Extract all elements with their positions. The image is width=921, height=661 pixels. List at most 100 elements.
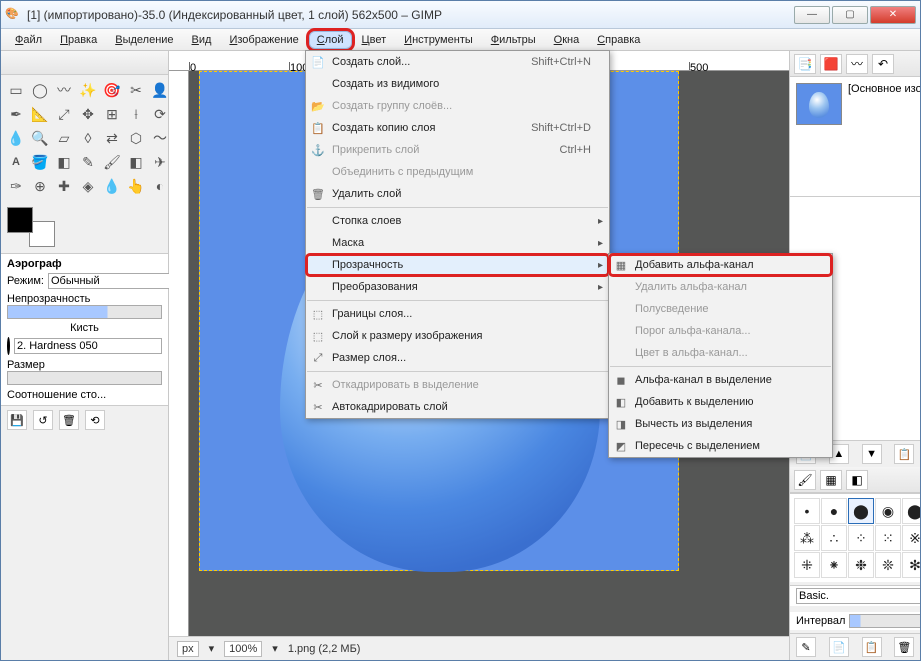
smudge-tool[interactable]: 👆 [125,175,147,197]
dodge-tool[interactable]: ◐ [149,175,171,197]
blur-tool[interactable]: 💧 [101,175,123,197]
brush-preset[interactable]: ● [821,498,847,524]
lasso-tool[interactable]: 〰 [53,79,75,101]
menu-item[interactable]: ◼Альфа-канал в выделение [609,369,832,391]
layer-name[interactable]: [Основное изображение] [848,83,920,95]
edit-brush-icon[interactable]: ✎ [796,637,816,657]
menu-item[interactable]: Стопка слоев [306,210,609,232]
menu-item[interactable]: Маска [306,232,609,254]
new-brush-icon[interactable]: 📄 [829,637,849,657]
menu-item[interactable]: 📄Создать слой...Shift+Ctrl+N [306,51,609,73]
scissors-tool[interactable]: ✂ [125,79,147,101]
menu-item[interactable]: 🗑Удалить слой [306,183,609,205]
color-swatches[interactable] [7,207,55,247]
paths-tab-icon[interactable]: 〰 [846,54,868,74]
gradient-tool[interactable]: ◧ [53,151,75,173]
crop-tool[interactable]: ⟊ [125,103,147,125]
interval-slider[interactable] [849,614,920,628]
brush-preset[interactable]: ⬤ [848,498,874,524]
picker-tool[interactable]: 💧 [5,127,27,149]
brush-tool[interactable]: 🖌 [101,151,123,173]
menu-item[interactable]: Создать из видимого [306,73,609,95]
layers-tab-icon[interactable]: 📑 [794,54,816,74]
size-slider[interactable] [7,371,162,385]
brush-preset[interactable]: ❉ [848,552,874,578]
scale-tool[interactable]: ⤢ [53,103,75,125]
ellipse-select-tool[interactable]: ◯ [29,79,51,101]
fill-tool[interactable]: 🪣 [29,151,51,173]
menu-item[interactable]: Прозрачность [306,254,609,276]
menu-справка[interactable]: Справка [589,31,648,49]
menu-item[interactable]: ⬚Границы слоя... [306,303,609,325]
menu-слой[interactable]: Слой [309,31,352,49]
warp-tool[interactable]: 〜 [149,127,171,149]
save-preset-icon[interactable]: 💾 [7,410,27,430]
eraser-tool[interactable]: ◧ [125,151,147,173]
menu-изображение[interactable]: Изображение [221,31,306,49]
menu-окна[interactable]: Окна [546,31,588,49]
menu-правка[interactable]: Правка [52,31,105,49]
perspective-tool[interactable]: ◊ [77,127,99,149]
airbrush-tool[interactable]: ✈ [149,151,171,173]
shear-tool[interactable]: ▱ [53,127,75,149]
select-color-tool[interactable]: 🎯 [101,79,123,101]
brush-preset[interactable]: ⁙ [875,525,901,551]
move-tool[interactable]: ✥ [77,103,99,125]
pencil-tool[interactable]: ✎ [77,151,99,173]
zoom-field[interactable]: 100% [224,641,262,657]
reset-preset-icon[interactable]: ⟲ [85,410,105,430]
brush-preset[interactable]: ❊ [875,552,901,578]
menu-item[interactable]: ◧Добавить к выделению [609,391,832,413]
menu-item[interactable]: 📋Создать копию слояShift+Ctrl+D [306,117,609,139]
delete-preset-icon[interactable]: 🗑 [59,410,79,430]
fg-color[interactable] [7,207,33,233]
menu-item[interactable]: Преобразования [306,276,609,298]
zoom-tool[interactable]: 🔍 [29,127,51,149]
maximize-button[interactable]: ▢ [832,6,868,24]
dup-brush-icon[interactable]: 📋 [862,637,882,657]
menu-item[interactable]: ⤢Размер слоя... [306,347,609,369]
menu-item[interactable]: ▦Добавить альфа-канал [609,254,832,276]
menu-фильтры[interactable]: Фильтры [483,31,544,49]
brush-preset[interactable]: ⁘ [848,525,874,551]
path-tool[interactable]: ✒ [5,103,27,125]
dup-layer-icon[interactable]: 📋 [894,444,914,464]
restore-preset-icon[interactable]: ↺ [33,410,53,430]
text-tool[interactable]: A [5,151,27,173]
menu-item[interactable]: ◩Пересечь с выделением [609,435,832,457]
gradients-tab-icon[interactable]: ◧ [846,470,868,490]
brush-preset[interactable]: ⁜ [794,552,820,578]
brush-preset[interactable]: ⁕ [821,552,847,578]
minimize-button[interactable]: — [794,6,830,24]
brushes-tab-icon[interactable]: 🖌 [794,470,816,490]
menu-item[interactable]: ⬚Слой к размеру изображения [306,325,609,347]
brush-preset[interactable]: ∴ [821,525,847,551]
layer-thumbnail[interactable] [796,83,842,125]
fg-select-tool[interactable]: 👤 [149,79,171,101]
flip-tool[interactable]: ⇄ [101,127,123,149]
brush-preset[interactable]: ⬤ [902,498,920,524]
lower-layer-icon[interactable]: ▼ [862,444,882,464]
rect-select-tool[interactable]: ▭ [5,79,27,101]
brush-preset[interactable]: ※ [902,525,920,551]
menu-цвет[interactable]: Цвет [354,31,395,49]
brush-preset-name[interactable] [796,588,920,604]
ink-tool[interactable]: ✑ [5,175,27,197]
menu-item[interactable]: ◨Вычесть из выделения [609,413,832,435]
menu-файл[interactable]: Файл [7,31,50,49]
menu-выделение[interactable]: Выделение [107,31,181,49]
brush-preset[interactable]: • [794,498,820,524]
menu-item[interactable]: ✂Автокадрировать слой [306,396,609,418]
patterns-tab-icon[interactable]: ▦ [820,470,842,490]
clone-tool[interactable]: ⊕ [29,175,51,197]
measure-tool[interactable]: 📐 [29,103,51,125]
undo-tab-icon[interactable]: ↶ [872,54,894,74]
brush-preset[interactable]: ◉ [875,498,901,524]
cage-tool[interactable]: ⬡ [125,127,147,149]
heal-tool[interactable]: ✚ [53,175,75,197]
perspective-clone-tool[interactable]: ◈ [77,175,99,197]
brush-preset[interactable]: ⁂ [794,525,820,551]
menu-вид[interactable]: Вид [184,31,220,49]
align-tool[interactable]: ⊞ [101,103,123,125]
wand-tool[interactable]: ✨ [77,79,99,101]
